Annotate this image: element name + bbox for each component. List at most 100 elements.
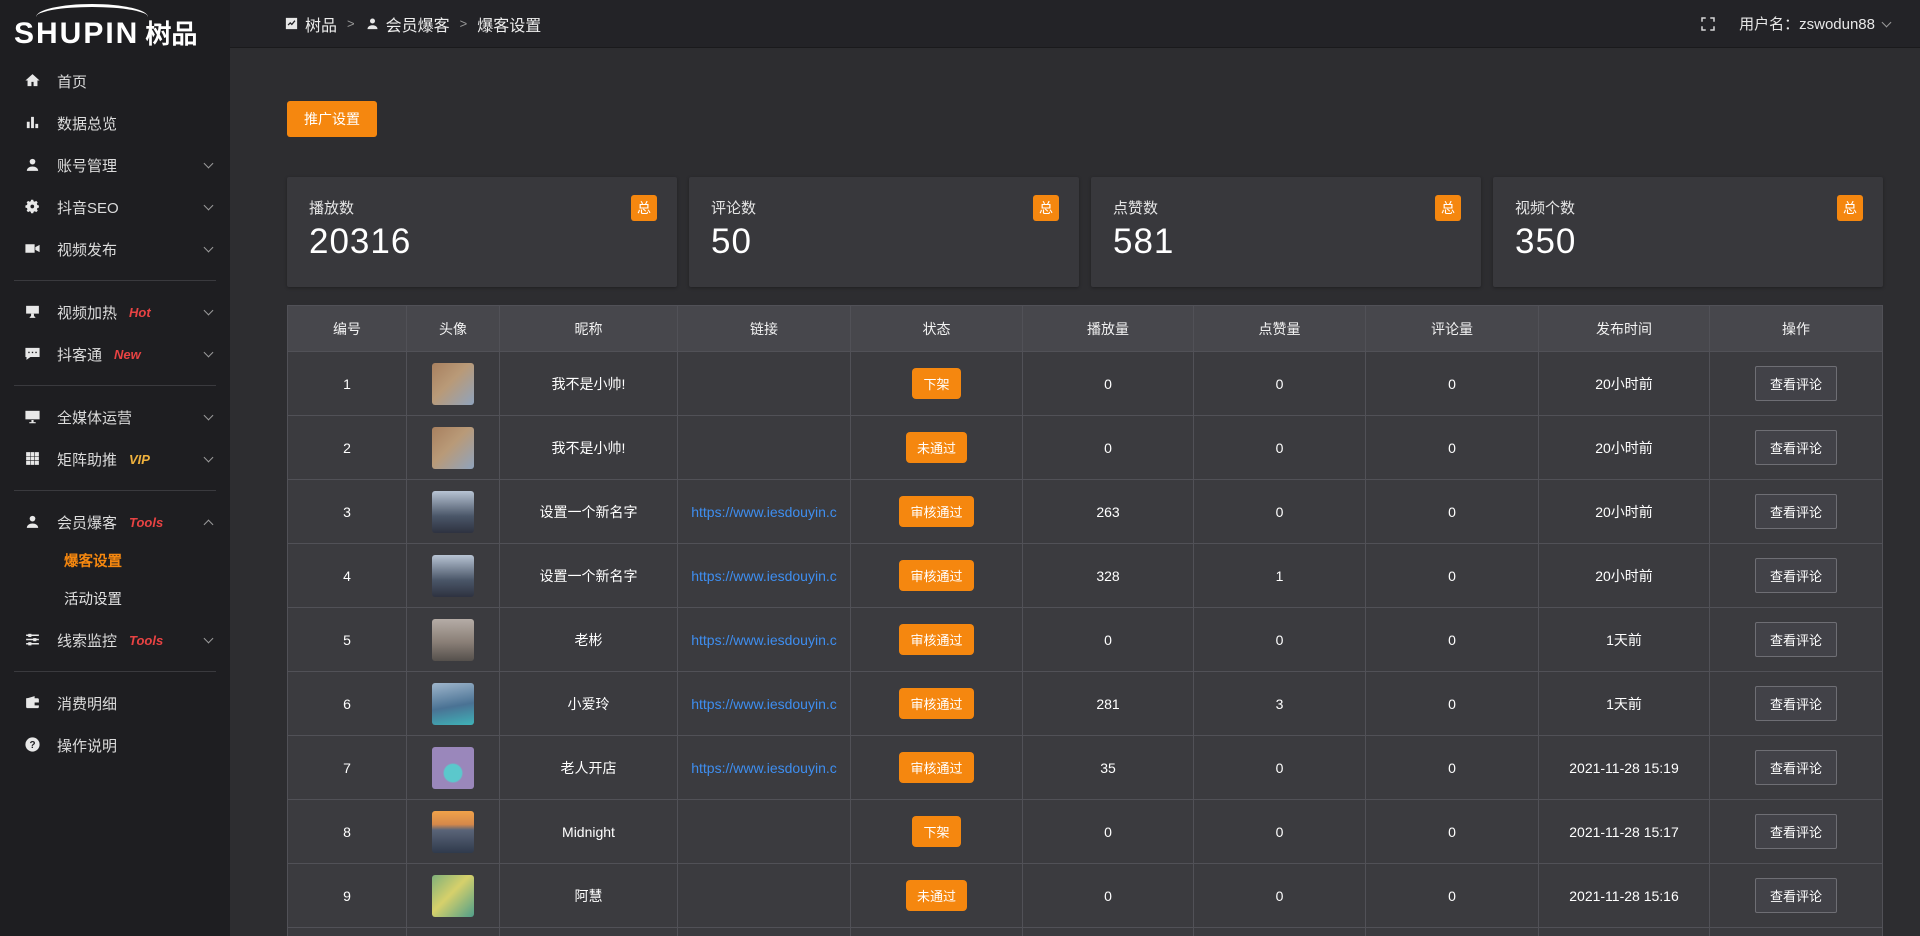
video-link[interactable]: https://www.iesdouyin.c <box>678 696 850 712</box>
cell-id: 7 <box>288 736 407 800</box>
video-link[interactable]: https://www.iesdouyin.c <box>678 568 850 584</box>
cell-likes: 0 <box>1194 800 1366 864</box>
user-dropdown[interactable]: 用户名：zswodun88 <box>1739 13 1890 34</box>
cell-link-wrap: https://www.iesdouyin.c <box>678 736 851 800</box>
chat-icon <box>24 345 42 363</box>
cell-actions: 查看评论 <box>1710 352 1883 416</box>
breadcrumb-item-baoke-settings[interactable]: 爆客设置 <box>477 12 541 36</box>
avatar <box>432 363 474 405</box>
avatar <box>432 747 474 789</box>
sidebar-item-tag: New <box>114 347 141 362</box>
view-comments-button[interactable]: 查看评论 <box>1755 430 1837 465</box>
cell-plays: 0 <box>1023 800 1194 864</box>
cell-id: 1 <box>288 352 407 416</box>
view-comments-button[interactable]: 查看评论 <box>1755 750 1837 785</box>
topbar: 树品>会员爆客>爆客设置 用户名：zswodun88 <box>230 0 1920 48</box>
cell-comments: 0 <box>1366 416 1539 480</box>
cell-plays: 328 <box>1023 544 1194 608</box>
cell-actions <box>1710 928 1883 936</box>
logo-text-cn: 树品 <box>145 19 197 49</box>
cell-id: 5 <box>288 608 407 672</box>
video-link[interactable]: https://www.iesdouyin.c <box>678 632 850 648</box>
cell-avatar <box>407 480 500 544</box>
cell-likes: 3 <box>1194 672 1366 736</box>
cell-link-wrap: https://www.iesdouyin.c <box>678 544 851 608</box>
view-comments-button[interactable]: 查看评论 <box>1755 494 1837 529</box>
cell-link-wrap: https://www.iesdouyin.c <box>678 608 851 672</box>
cell-actions: 查看评论 <box>1710 544 1883 608</box>
breadcrumb-label: 树品 <box>305 12 337 36</box>
cell-id: 9 <box>288 864 407 928</box>
cell-actions: 查看评论 <box>1710 416 1883 480</box>
table-row: 9阿慧未通过0002021-11-28 15:16查看评论 <box>288 864 1883 928</box>
stat-total-badge: 总 <box>631 195 657 221</box>
sidebar-item-all-media-operation[interactable]: 全媒体运营 <box>0 396 230 438</box>
status-badge: 下架 <box>912 816 960 847</box>
view-comments-button[interactable]: 查看评论 <box>1755 366 1837 401</box>
chevron-down-icon <box>204 243 214 253</box>
cell-nickname: 小爱玲 <box>500 672 678 736</box>
cell-avatar <box>407 608 500 672</box>
cell-link-wrap <box>678 800 851 864</box>
stat-value: 581 <box>1113 222 1459 262</box>
sidebar-item-video-publish[interactable]: 视频发布 <box>0 228 230 270</box>
home-icon <box>24 72 42 90</box>
sidebar-item-tag: Hot <box>129 305 151 320</box>
cell-publish-time: 1天前 <box>1539 672 1710 736</box>
breadcrumb-item-shupin[interactable]: 树品 <box>284 12 337 36</box>
view-comments-button[interactable]: 查看评论 <box>1755 878 1837 913</box>
view-comments-button[interactable]: 查看评论 <box>1755 622 1837 657</box>
cell-publish-time <box>1539 928 1710 936</box>
table-column-header: 播放量 <box>1023 306 1194 352</box>
video-link[interactable]: https://www.iesdouyin.c <box>678 760 850 776</box>
table-column-header: 状态 <box>851 306 1023 352</box>
sidebar-item-douyin-seo[interactable]: 抖音SEO <box>0 186 230 228</box>
sidebar-item-label: 抖客通 <box>57 344 102 365</box>
user-icon <box>365 16 381 32</box>
sidebar-item-member-baoke[interactable]: 会员爆客Tools <box>0 501 230 543</box>
status-badge: 未通过 <box>906 880 967 911</box>
sidebar-item-account-management[interactable]: 账号管理 <box>0 144 230 186</box>
cell-nickname: 设置一个新名字 <box>500 544 678 608</box>
cell-likes: 1 <box>1194 544 1366 608</box>
view-comments-button[interactable]: 查看评论 <box>1755 814 1837 849</box>
sidebar-item-matrix-boost[interactable]: 矩阵助推VIP <box>0 438 230 480</box>
sidebar-subitem-baoke-settings[interactable]: 爆客设置 <box>0 543 230 581</box>
sidebar-subitem-activity-settings[interactable]: 活动设置 <box>0 581 230 619</box>
view-comments-button[interactable]: 查看评论 <box>1755 686 1837 721</box>
breadcrumb-separator: > <box>460 16 468 31</box>
cell-status: 未通过 <box>851 864 1023 928</box>
sidebar-item-douketong[interactable]: 抖客通 New <box>0 333 230 375</box>
cell-likes: 0 <box>1194 736 1366 800</box>
promo-settings-button[interactable]: 推广设置 <box>287 101 377 137</box>
cell-id <box>288 928 407 936</box>
sidebar-item-clue-monitor[interactable]: 线索监控Tools <box>0 619 230 661</box>
avatar <box>432 619 474 661</box>
breadcrumb: 树品>会员爆客>爆客设置 <box>284 12 541 36</box>
cell-publish-time: 20小时前 <box>1539 544 1710 608</box>
cell-nickname: 阿慧 <box>500 864 678 928</box>
view-comments-button[interactable]: 查看评论 <box>1755 558 1837 593</box>
video-link[interactable]: https://www.iesdouyin.c <box>678 504 850 520</box>
app-window: SHUPIN树品 首页数据总览账号管理抖音SEO视频发布视频加热Hot抖客通Ne… <box>0 0 1920 936</box>
breadcrumb-item-member-baoke[interactable]: 会员爆客 <box>365 12 450 36</box>
status-badge: 审核通过 <box>899 624 973 655</box>
cell-likes: 0 <box>1194 480 1366 544</box>
sidebar-item-home[interactable]: 首页 <box>0 60 230 102</box>
user-icon <box>24 156 42 174</box>
table-column-header: 操作 <box>1710 306 1883 352</box>
cell-nickname: 老彬 <box>500 608 678 672</box>
table-column-header: 编号 <box>288 306 407 352</box>
main-area: 树品>会员爆客>爆客设置 用户名：zswodun88 推广设置 播放数20316… <box>230 0 1920 936</box>
sidebar-item-video-heat[interactable]: 视频加热 Hot <box>0 291 230 333</box>
sidebar-item-consumption-detail[interactable]: 消费明细 <box>0 682 230 724</box>
sidebar-item-data-overview[interactable]: 数据总览 <box>0 102 230 144</box>
cell-id: 2 <box>288 416 407 480</box>
cell-avatar <box>407 864 500 928</box>
grid-icon <box>24 450 42 468</box>
cell-id: 8 <box>288 800 407 864</box>
fullscreen-icon[interactable] <box>1699 15 1717 33</box>
board-icon <box>24 303 42 321</box>
sidebar-item-label: 视频加热 <box>57 302 117 323</box>
sidebar-item-operation-guide[interactable]: ?操作说明 <box>0 724 230 766</box>
